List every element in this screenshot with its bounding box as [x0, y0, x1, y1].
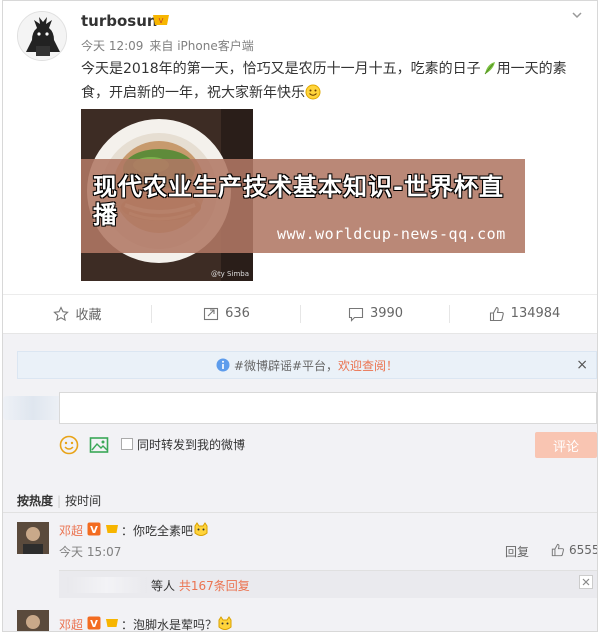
comment-body: ：泡脚水是荤吗？ [121, 618, 218, 632]
verified-badge-icon: V [87, 522, 101, 536]
vip-badge-icon [106, 525, 118, 533]
repost-checkbox[interactable] [121, 438, 133, 450]
repost-icon [204, 307, 219, 320]
post-content: 今天是2018年的第一天，恰巧又是农历十一月十五，吃素的日子 用一天的素食，开启新… [81, 57, 591, 105]
comment-like-button[interactable]: 6555 [551, 543, 598, 557]
post-text-part1: 今天是2018年的第一天，恰巧又是农历十一月十五，吃素的日子 [81, 61, 481, 77]
svg-text:V: V [90, 525, 98, 536]
weibo-post-frame: turbosun V 今天 12:09 来自 iPhone客户端 今天是2018年… [2, 0, 598, 632]
comment-body: ：你吃全素吧 [121, 524, 194, 538]
comment-section: #微博辟谣#平台， 欢迎查阅！ × 同时转发到我的微博 评论 按热度 | 按时间 邓超… [3, 333, 598, 632]
repost-button[interactable]: 636 [152, 295, 301, 332]
comment-button[interactable]: 3990 [301, 295, 450, 332]
post-meta: 今天 12:09 来自 iPhone客户端 [81, 37, 260, 54]
tab-sort-hot[interactable]: 按热度 [17, 494, 53, 508]
close-icon[interactable] [579, 575, 593, 589]
user-avatar[interactable] [17, 11, 67, 61]
post-action-bar: 收藏 636 3990 134984 [3, 294, 597, 332]
notice-link[interactable]: 欢迎查阅！ [338, 357, 398, 374]
image-icon[interactable] [89, 435, 109, 455]
comment-input[interactable] [59, 392, 597, 424]
thumbs-up-icon [489, 306, 504, 321]
favorite-button[interactable]: 收藏 [3, 295, 152, 332]
favorite-label: 收藏 [75, 308, 102, 323]
watermark-banner: 现代农业生产技术基本知识-世界杯直播 www.worldcup-news-qq.… [81, 159, 525, 253]
comment-author[interactable]: 邓超 [59, 616, 83, 631]
post-time[interactable]: 今天 12:09 [81, 39, 143, 53]
repost-checkbox-label[interactable]: 同时转发到我的微博 [137, 436, 245, 453]
sub-replies-summary: 等人 共167条回复 [151, 577, 250, 594]
image-credit: @ty Simba [210, 270, 249, 278]
comment-like-count: 6555 [569, 543, 598, 557]
notice-text: #微博辟谣#平台， [233, 358, 339, 373]
vip-badge-icon: V [153, 15, 169, 25]
divider [3, 512, 597, 513]
reply-button[interactable]: 回复 [505, 543, 529, 560]
submit-comment-button[interactable]: 评论 [535, 432, 597, 458]
leaf-emoji-icon [484, 62, 495, 75]
smile-emoji-icon [305, 84, 321, 100]
thumbs-up-icon [551, 543, 564, 557]
cat-emoji-icon [194, 522, 208, 536]
blurred-names [67, 577, 147, 593]
comment-avatar[interactable] [17, 522, 49, 554]
comment-count: 3990 [369, 306, 404, 321]
sub-replies-bar: 等人 共167条回复 [59, 570, 597, 598]
emoji-icon[interactable] [59, 435, 79, 455]
star-icon [53, 305, 70, 321]
comment-tools-row: 同时转发到我的微博 评论 [59, 432, 597, 458]
comment-time: 今天 15:07 [59, 545, 122, 559]
sub-replies-prefix: 等人 [151, 579, 176, 593]
repost-count: 636 [225, 306, 250, 321]
banner-title: 现代农业生产技术基本知识-世界杯直播 [93, 173, 504, 229]
banner-url: www.worldcup-news-qq.com [277, 225, 506, 243]
info-icon [216, 358, 230, 372]
rumor-notice-bar: #微博辟谣#平台， 欢迎查阅！ × [17, 351, 597, 379]
sort-divider: | [57, 494, 62, 508]
svg-text:V: V [90, 619, 98, 630]
cat-emoji-icon [218, 616, 232, 630]
comment-avatar[interactable] [17, 610, 49, 631]
close-icon[interactable]: × [576, 357, 588, 373]
post-source[interactable]: 来自 iPhone客户端 [149, 39, 253, 53]
username[interactable]: turbosun [81, 12, 158, 30]
like-button[interactable]: 134984 [450, 295, 597, 332]
like-count: 134984 [510, 306, 561, 321]
vip-badge-icon [106, 619, 118, 627]
verified-badge-icon: V [87, 616, 101, 630]
comment-icon [348, 307, 364, 322]
comment-input-row [3, 392, 597, 424]
sort-tabs: 按热度 | 按时间 [17, 492, 101, 509]
blurred-avatar [3, 396, 63, 420]
comment-text: ：泡脚水是荤吗？ [121, 616, 233, 632]
tab-sort-time[interactable]: 按时间 [65, 494, 101, 508]
comment-text: ：你吃全素吧 [121, 522, 209, 539]
svg-text:V: V [159, 17, 164, 25]
sub-replies-link[interactable]: 共167条回复 [179, 579, 250, 593]
chevron-down-icon[interactable] [571, 9, 583, 21]
comment-author[interactable]: 邓超 [59, 522, 83, 539]
